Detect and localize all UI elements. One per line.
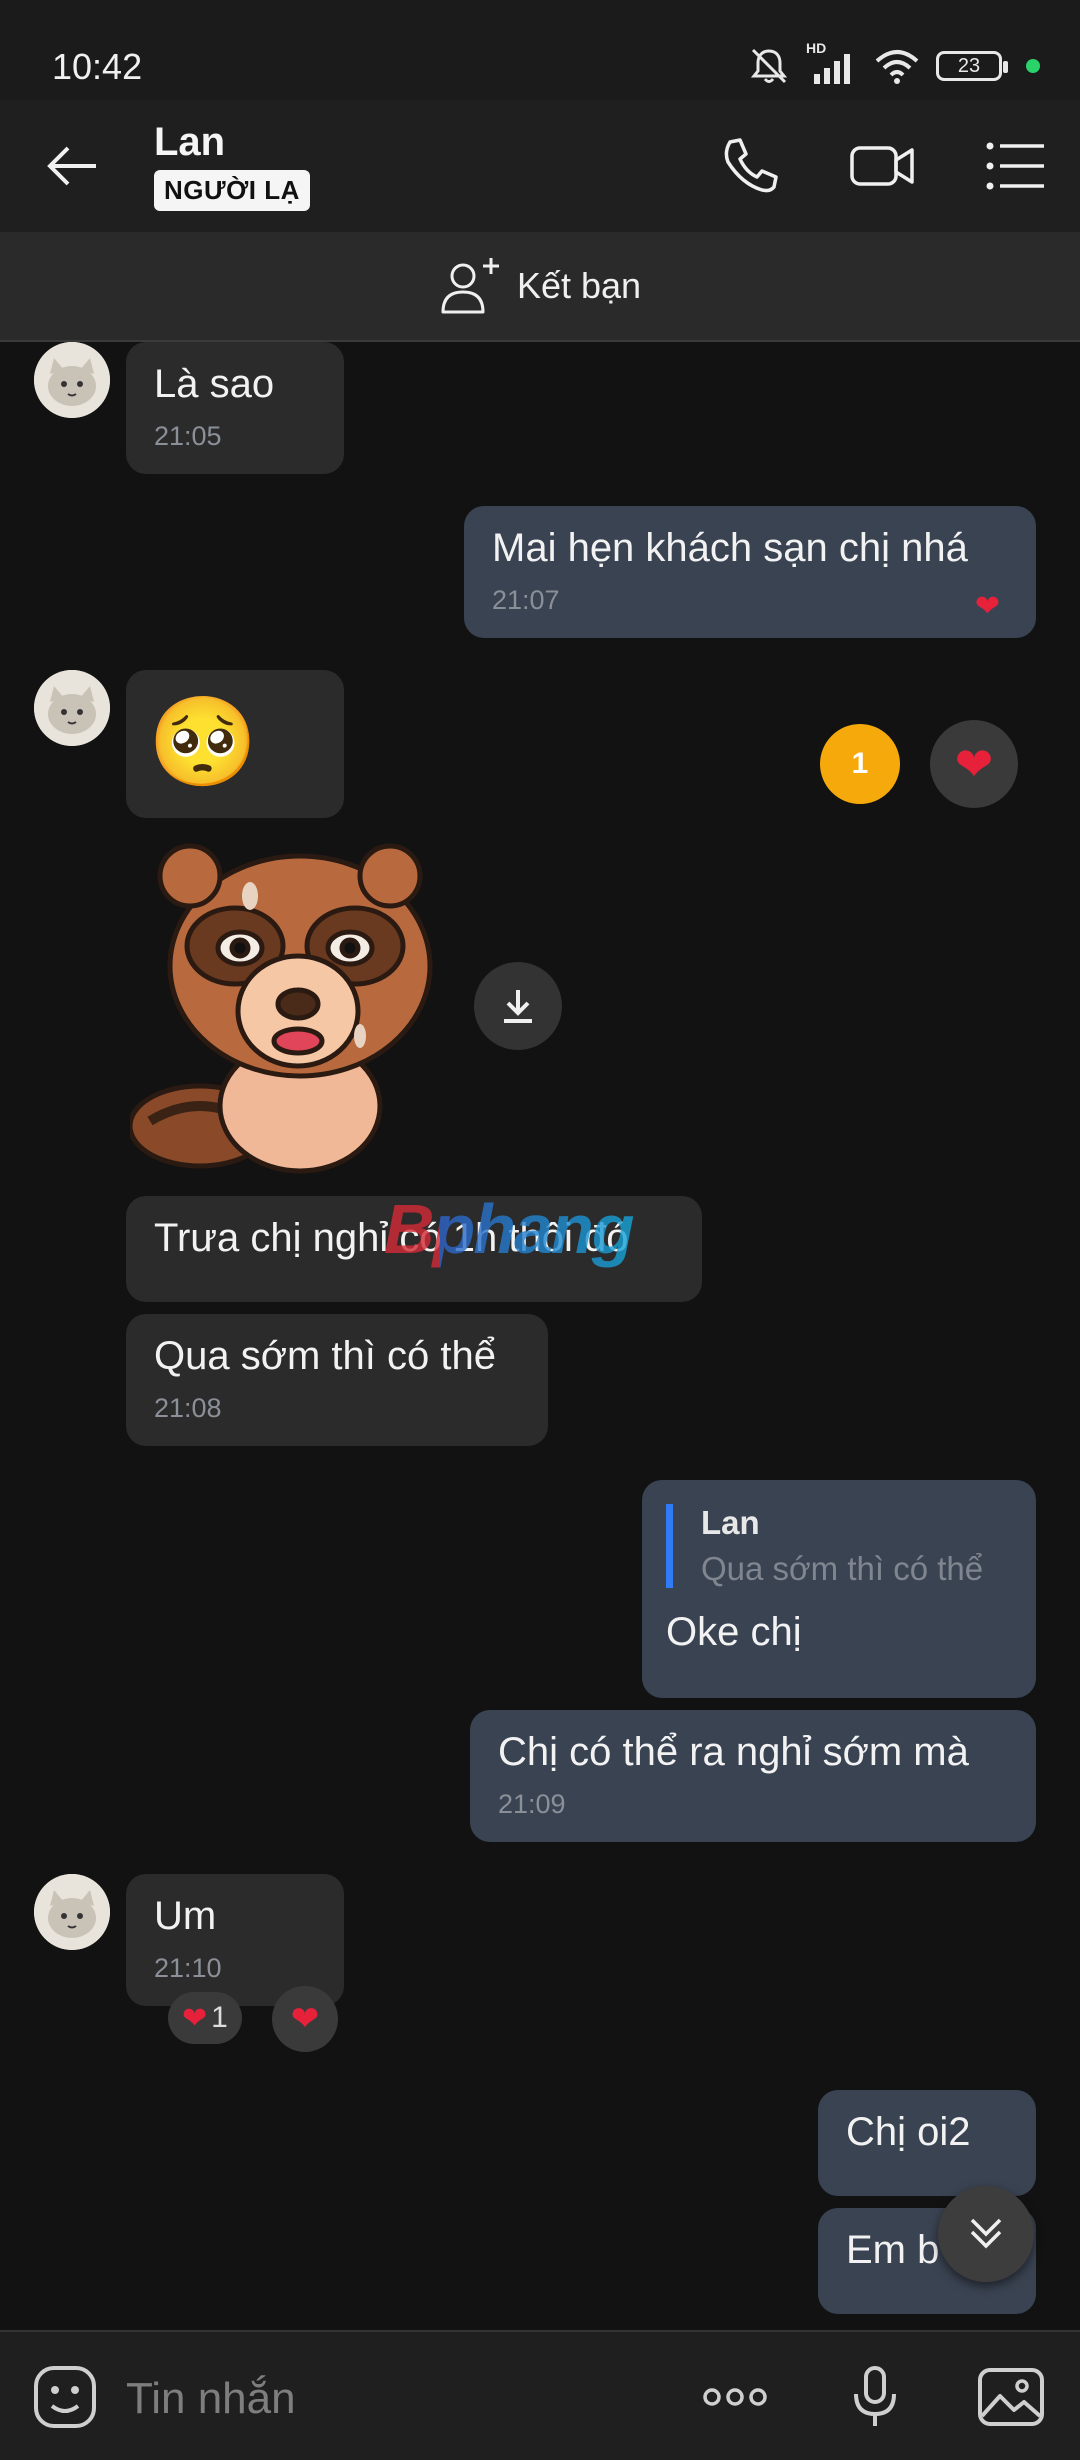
heart-icon: ❤ <box>182 2001 208 2035</box>
message-text: Là sao <box>154 362 275 406</box>
message-input[interactable]: Tin nhắn <box>126 2374 296 2424</box>
message-bubble[interactable]: Mai hẹn khách sạn chị nhá 21:07 ❤ <box>464 506 1036 638</box>
quoted-text: Qua sớm thì có thể <box>701 1550 984 1587</box>
heart-react-button[interactable]: ❤ <box>930 720 1018 808</box>
message-text: Oke chị <box>666 1610 802 1654</box>
message-bubble[interactable]: Lan Qua sớm thì có thể Oke chị <box>642 1480 1036 1698</box>
quoted-reply[interactable]: Lan Qua sớm thì có thể <box>666 1504 1012 1588</box>
menu-list-icon[interactable] <box>982 132 1050 200</box>
message-bubble[interactable]: Là sao 21:05 <box>126 342 344 474</box>
message-bubble[interactable]: Qua sớm thì có thể 21:08 <box>126 1314 548 1446</box>
download-button[interactable] <box>474 962 562 1050</box>
add-friend-icon <box>441 258 499 314</box>
message-bubble[interactable]: Chị oi2 <box>818 2090 1036 2196</box>
message-list[interactable]: Là sao 21:05 Mai hẹn khách sạn chị nhá 2… <box>0 342 1080 2330</box>
heart-icon: ❤ <box>954 738 994 790</box>
download-icon <box>504 990 532 1023</box>
phone-call-icon[interactable] <box>716 132 784 200</box>
chat-header: Lan NGƯỜI LẠ <box>0 100 1080 232</box>
sticker-emoji-icon[interactable] <box>30 2362 100 2432</box>
message-time: 21:05 <box>154 421 222 451</box>
message-text: Mai hẹn khách sạn chị nhá <box>492 526 968 570</box>
message-text: Chị có thể ra nghỉ sớm mà <box>498 1730 969 1774</box>
reaction-count-pill[interactable]: ❤ 1 <box>168 1992 242 2044</box>
heart-react-button[interactable]: ❤ <box>272 1986 338 2052</box>
status-time: 10:42 <box>52 46 143 87</box>
message-input-bar: Tin nhắn <box>0 2330 1080 2460</box>
message-text: Chị oi2 <box>846 2110 971 2154</box>
reaction-count-badge[interactable]: 1 <box>820 724 900 804</box>
image-gallery-icon[interactable] <box>976 2362 1046 2432</box>
message-text: Qua sớm thì có thể <box>154 1334 496 1378</box>
message-time: 21:09 <box>498 1789 566 1819</box>
scroll-to-bottom-button[interactable] <box>938 2186 1034 2282</box>
avatar[interactable] <box>34 670 110 746</box>
mute-bell-icon <box>750 48 788 84</box>
double-chevron-down-icon <box>970 2218 1002 2249</box>
message-text: Um <box>154 1894 217 1938</box>
message-time: 21:10 <box>154 1953 222 1983</box>
quoted-sender: Lan <box>701 1504 760 1541</box>
microphone-icon[interactable] <box>840 2362 910 2432</box>
avatar[interactable] <box>34 1874 110 1950</box>
add-friend-label: Kết bạn <box>516 265 642 306</box>
contact-name[interactable]: Lan <box>154 120 225 165</box>
raccoon-sticker[interactable] <box>130 836 450 1176</box>
message-bubble[interactable]: Chị có thể ra nghỉ sớm mà 21:09 <box>470 1710 1036 1842</box>
add-friend-button[interactable]: Kết bạn <box>0 232 1080 342</box>
status-bar: 10:42 HD 23 <box>0 0 1080 100</box>
message-time: 21:07 <box>492 585 560 615</box>
avatar[interactable] <box>34 342 110 418</box>
pleading-face-emoji: 🥺 <box>148 692 258 791</box>
more-options-icon[interactable] <box>700 2362 770 2432</box>
privacy-indicator-dot <box>1026 59 1040 73</box>
watermark-logo: Bphang <box>384 1190 635 1268</box>
battery-icon: 23 <box>936 51 1008 81</box>
battery-level: 23 <box>957 54 981 77</box>
heart-icon: ❤ <box>290 2000 320 2038</box>
video-call-icon[interactable] <box>848 132 916 200</box>
signal-icon: HD <box>806 40 858 86</box>
heart-reaction-icon: ❤ <box>974 590 1000 623</box>
status-icons: HD 23 <box>748 40 1040 86</box>
stranger-badge: NGƯỜI LẠ <box>154 170 310 211</box>
reaction-count: 1 <box>211 2001 228 2034</box>
message-time: 21:08 <box>154 1393 222 1423</box>
back-arrow-icon[interactable] <box>40 134 104 198</box>
message-bubble[interactable]: 🥺 <box>126 670 344 818</box>
wifi-icon <box>875 50 919 84</box>
